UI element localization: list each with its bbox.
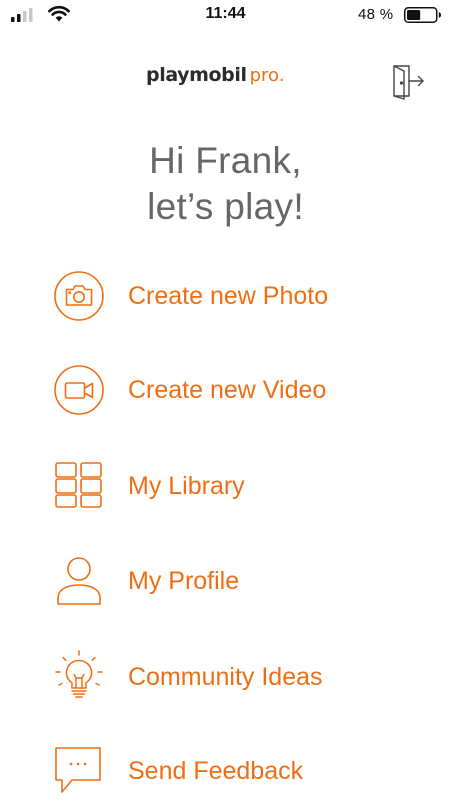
lightbulb-icon (55, 650, 103, 698)
grid-icon (55, 462, 102, 508)
user-icon (57, 557, 101, 605)
chat-bubble-icon (55, 747, 101, 793)
brand-suffix: pro. (249, 65, 285, 86)
menu-item-label: My Library (128, 471, 245, 500)
menu-item-label: Create new Photo (128, 281, 329, 310)
menu-item-label: Create new Video (128, 375, 327, 404)
menu-item-label: Community Ideas (128, 662, 323, 691)
menu-item-my-library[interactable]: My Library (50, 456, 410, 516)
menu-item-my-profile[interactable]: My Profile (50, 551, 410, 611)
battery-percent: 48 % (358, 6, 394, 23)
menu-item-send-feedback[interactable]: Send Feedback (50, 741, 410, 801)
menu-item-community-ideas[interactable]: Community Ideas (50, 647, 410, 707)
brand-name: playmobil (146, 64, 247, 86)
logout-button[interactable] (389, 62, 427, 100)
greeting-line-2: let’s play! (147, 186, 304, 227)
video-camera-icon (54, 365, 104, 415)
menu-item-create-video[interactable]: Create new Video (50, 360, 410, 420)
greeting-heading: Hi Frank, let’s play! (0, 138, 451, 230)
menu-item-create-photo[interactable]: Create new Photo (50, 266, 410, 326)
menu-item-label: My Profile (128, 566, 240, 595)
menu-item-label: Send Feedback (128, 756, 304, 785)
logout-icon (393, 65, 424, 100)
status-bar: 11:44 48 % (0, 0, 451, 32)
brand-logo: playmobil pro. (146, 64, 284, 90)
battery-icon (404, 7, 441, 23)
greeting-line-1: Hi Frank, (149, 140, 302, 181)
camera-icon (54, 271, 104, 321)
